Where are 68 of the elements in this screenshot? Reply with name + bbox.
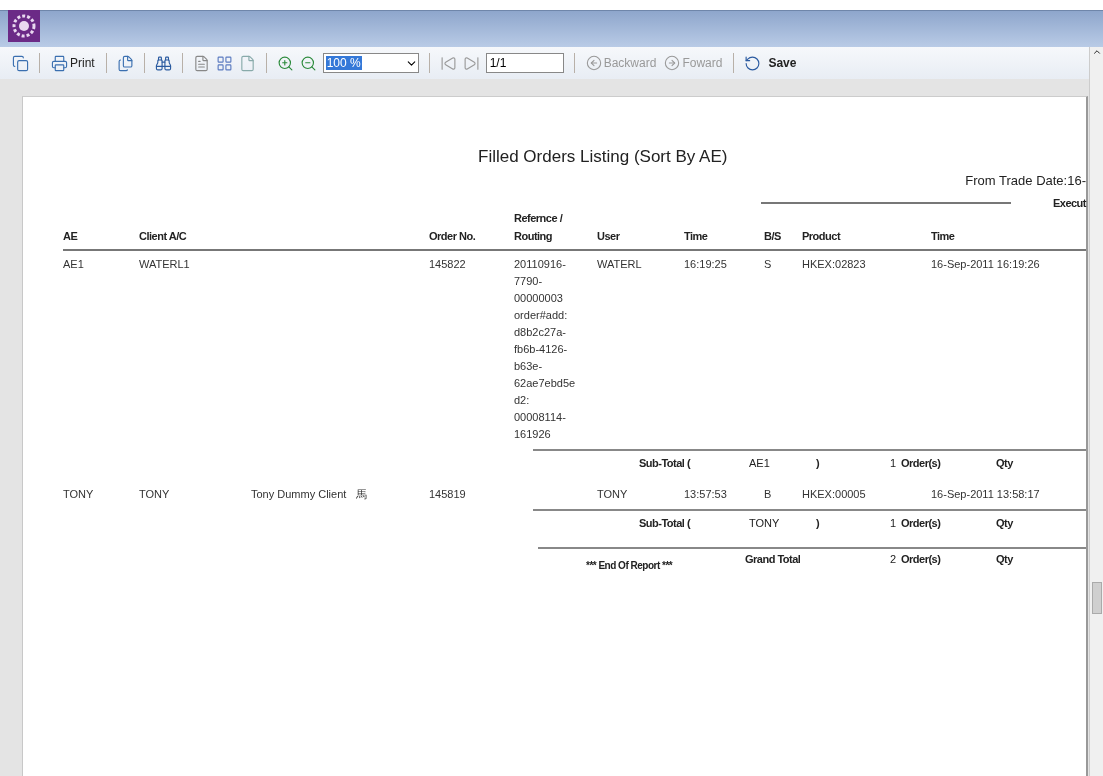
binoculars-icon[interactable]: [154, 54, 172, 72]
total-label: Grand Total: [745, 553, 802, 565]
table-cell-text: WATERL: [597, 257, 643, 272]
report-title: Filled Orders Listing (Sort By AE): [478, 147, 728, 167]
order-count: 2: [888, 553, 896, 565]
save-button[interactable]: Save: [767, 55, 798, 71]
table-cell-text: 16-Sep-2011 13:58:17: [931, 487, 1041, 502]
printer-icon: [51, 54, 68, 72]
subtotal-key: TONY: [749, 517, 816, 529]
last-page-icon[interactable]: [462, 54, 480, 72]
group-header: Execut: [1052, 197, 1086, 209]
orders-label: Order(s): [901, 553, 942, 565]
grid-icon[interactable]: [215, 54, 233, 72]
page-icon[interactable]: [192, 54, 210, 72]
column-header: Product: [802, 229, 842, 244]
app-logo-icon: [8, 10, 40, 42]
table-cell-text: 145819: [429, 487, 467, 502]
total-label: Sub-Total (: [639, 517, 692, 529]
first-page-icon[interactable]: [439, 54, 457, 72]
zoom-dropdown[interactable]: 100 %: [322, 53, 419, 73]
column-header: AE: [63, 229, 79, 244]
column-header: Order No.: [429, 229, 477, 244]
qty-label: Qty: [996, 517, 1014, 529]
orders-label: Order(s): [901, 457, 942, 469]
copy-icon[interactable]: [12, 54, 29, 72]
scroll-up-icon[interactable]: [1091, 47, 1102, 57]
table-cell-text: B: [764, 487, 773, 502]
orders-label: Order(s): [901, 517, 942, 529]
scroll-bar[interactable]: [1089, 47, 1103, 776]
refresh-icon[interactable]: [744, 54, 762, 72]
table-cell-text: S: [764, 257, 773, 272]
qty-label: Qty: [996, 553, 1014, 565]
page-field[interactable]: 1/1: [485, 53, 564, 73]
table-cell-text: TONY: [63, 487, 95, 502]
zoom-out-icon[interactable]: [299, 54, 317, 72]
column-header: Time: [931, 229, 956, 244]
table-cell-text: TONY: [597, 487, 629, 502]
total-label: Sub-Total (: [639, 457, 692, 469]
subtotal-paren: ): [816, 457, 821, 469]
table-cell-text: 16-Sep-2011 16:19:26: [931, 257, 1041, 272]
column-header: Time: [684, 229, 709, 244]
zoom-in-icon[interactable]: [276, 54, 294, 72]
table-cell-text: 16:19:25: [684, 257, 728, 272]
table-cell-text: AE1: [63, 257, 85, 272]
pages-icon[interactable]: [116, 54, 134, 72]
column-header: Client A/C: [139, 229, 188, 244]
end-of-report: *** End Of Report ***: [586, 559, 674, 571]
date-range: From Trade Date:16-: [965, 173, 1086, 188]
subtotal-key: AE1: [749, 457, 816, 469]
table-cell-text: HKEX:00005: [802, 487, 867, 502]
qty-label: Qty: [996, 457, 1014, 469]
order-count: 1: [888, 517, 896, 529]
order-count: 1: [888, 457, 896, 469]
table-cell-text: 馬: [356, 487, 368, 502]
blank-page-icon[interactable]: [238, 54, 256, 72]
table-cell-text: 20110916- 7790- 00000003 order#add: d8b2c27a- fb6b-4126- b63e- 62ae7ebd5e d2: 00008114- 161926: [514, 257, 577, 442]
table-cell-text: HKEX:02823: [802, 257, 867, 272]
table-cell-text: 13:57:53: [684, 487, 728, 502]
table-cell-text: WATERL1: [139, 257, 191, 272]
print-button[interactable]: Print: [50, 53, 96, 73]
table-cell-text: TONY: [139, 487, 171, 502]
table-cell-text: Tony Dummy Client: [251, 487, 347, 502]
column-header: Refernce / Routing: [514, 211, 564, 244]
scroll-thumb[interactable]: [1091, 582, 1102, 614]
subtotal-paren: ): [816, 517, 821, 529]
column-header: B/S: [764, 229, 782, 244]
column-header: User: [597, 229, 621, 244]
table-cell-text: 145822: [429, 257, 467, 272]
